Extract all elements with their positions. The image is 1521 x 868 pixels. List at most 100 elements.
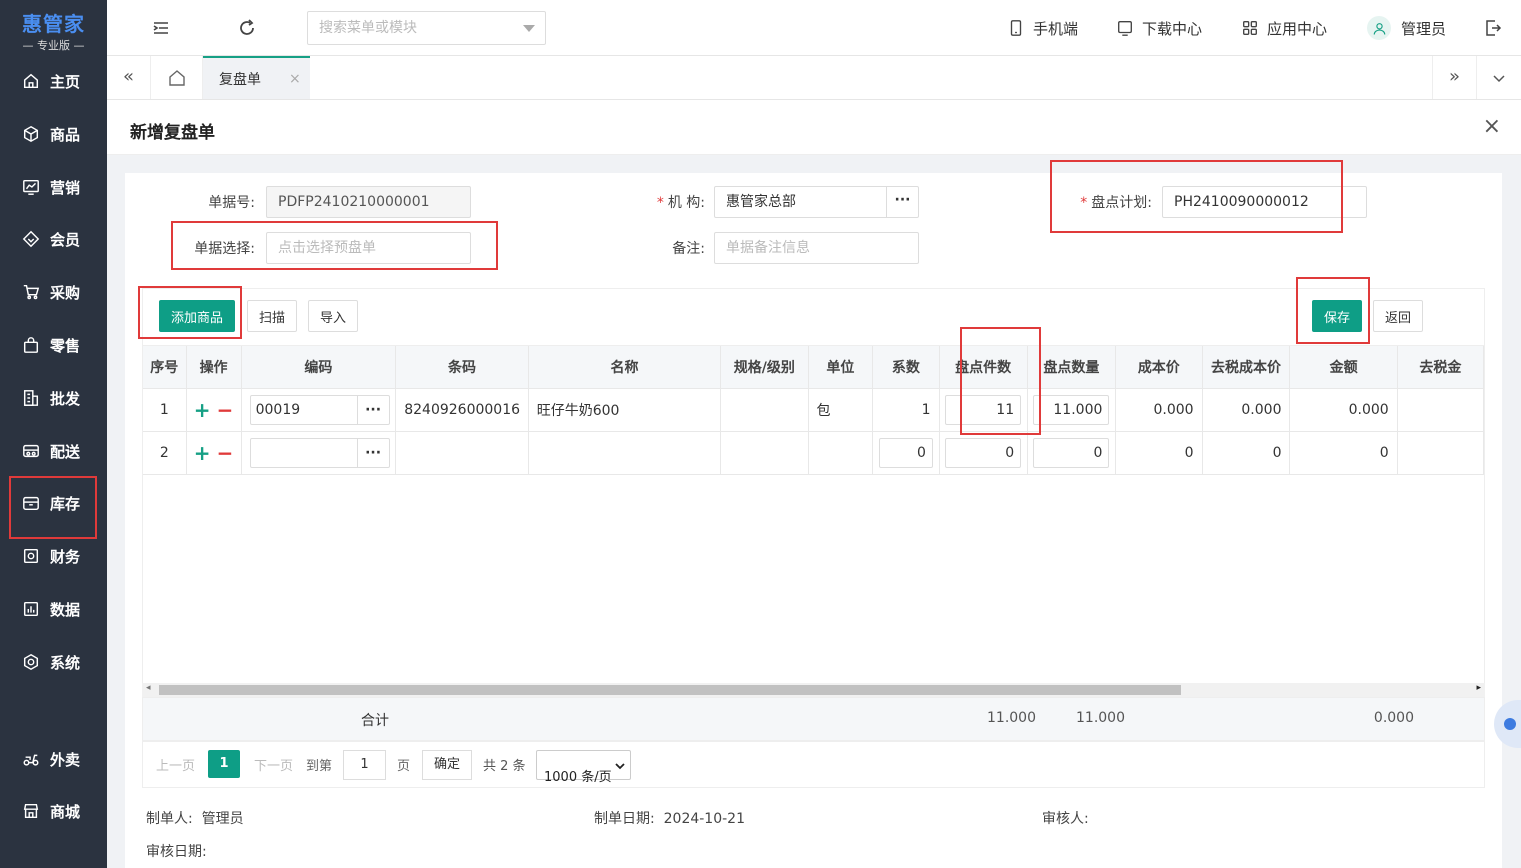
page-number-current[interactable]: 1: [208, 750, 240, 778]
menu-search-input[interactable]: 搜索菜单或模块: [307, 11, 546, 45]
money-icon: [23, 548, 39, 564]
remark-field[interactable]: 单据备注信息: [714, 232, 919, 264]
remove-row-icon[interactable]: −: [217, 398, 234, 422]
sidebar-item-delivery[interactable]: 配送: [0, 425, 107, 477]
code-cell[interactable]: 00019 ···: [241, 388, 397, 432]
total-count: 共 2 条: [483, 759, 526, 774]
chevron-down-icon: [523, 25, 535, 32]
factor-cell[interactable]: 0: [872, 431, 940, 475]
table-row: 2 + − ··· 0 0 0 0 0 0: [143, 431, 1484, 475]
remark-label: 备注:: [672, 241, 705, 257]
sidebar-item-label: 商品: [50, 125, 81, 144]
sidebar-item-takeout[interactable]: 外卖: [0, 733, 107, 785]
close-icon[interactable]: ×: [1483, 114, 1501, 139]
cost-cell: 0: [1115, 431, 1203, 475]
tab-recount[interactable]: 复盘单 ×: [203, 56, 310, 99]
sidebar-item-home[interactable]: 主页: [0, 55, 107, 107]
add-row-icon[interactable]: +: [194, 441, 211, 465]
org-picker-button[interactable]: ···: [886, 187, 918, 217]
download-center-link[interactable]: 下载中心: [1116, 0, 1202, 56]
sidebar-item-finance[interactable]: 财务: [0, 530, 107, 582]
page-size-select[interactable]: 1000 条/页: [536, 750, 631, 785]
page-title: 新增复盘单: [130, 123, 215, 143]
qty-cell[interactable]: 11.000: [1027, 388, 1117, 432]
qty-input[interactable]: 0: [1033, 437, 1110, 468]
pieces-cell[interactable]: 11: [939, 388, 1028, 432]
remove-row-icon[interactable]: −: [217, 441, 234, 465]
summary-row: 合计 11.000 11.000 0.000: [142, 697, 1485, 741]
code-input[interactable]: ···: [249, 437, 390, 468]
refresh-icon[interactable]: [237, 18, 257, 38]
next-page-button[interactable]: 下一页: [254, 755, 293, 774]
sidebar-item-data[interactable]: 数据: [0, 583, 107, 635]
amount-cell: 0.000: [1289, 388, 1398, 432]
menu-fold-icon[interactable]: [151, 18, 171, 38]
doc-select-field[interactable]: 点击选择预盘单: [266, 232, 471, 264]
qty-input[interactable]: 11.000: [1033, 394, 1110, 425]
horizontal-scrollbar[interactable]: ◂ ▸: [142, 683, 1485, 697]
plan-field[interactable]: PH2410090000012: [1162, 186, 1367, 218]
org-field[interactable]: 惠管家总部 ···: [714, 186, 919, 218]
add-row-icon[interactable]: +: [194, 398, 211, 422]
sidebar-item-inventory[interactable]: 库存: [0, 477, 107, 529]
scroll-right-icon[interactable]: ▸: [1476, 683, 1481, 693]
code-cell[interactable]: ···: [241, 431, 397, 475]
sidebar-item-system[interactable]: 系统: [0, 636, 107, 688]
tab-close-icon[interactable]: ×: [289, 71, 301, 87]
logout-icon[interactable]: [1483, 18, 1503, 38]
goto-page-input[interactable]: 1: [343, 750, 386, 780]
sidebar-item-label: 库存: [50, 494, 81, 513]
factor-cell: 1: [872, 388, 940, 432]
app-center-link[interactable]: 应用中心: [1241, 0, 1327, 56]
cost-cell: 0.000: [1115, 388, 1203, 432]
chart-icon: [23, 179, 39, 195]
brand-logo[interactable]: 惠管家 — 专业版 —: [0, 0, 107, 55]
tab-dropdown[interactable]: [1476, 56, 1521, 99]
tab-scroll-right-icon[interactable]: »: [1432, 56, 1476, 99]
col-header: 盘点数量: [1027, 346, 1117, 389]
sidebar-item-label: 主页: [50, 72, 81, 91]
save-button[interactable]: 保存: [1312, 300, 1362, 332]
col-header: 成本价: [1115, 346, 1203, 389]
back-button[interactable]: 返回: [1373, 300, 1423, 332]
sidebar-item-retail[interactable]: 零售: [0, 319, 107, 371]
top-bar: 搜索菜单或模块 手机端 下载中心 应用中心 管理员: [107, 0, 1521, 56]
pieces-input[interactable]: 11: [945, 394, 1022, 425]
prev-page-button[interactable]: 上一页: [156, 755, 195, 774]
user-menu[interactable]: 管理员: [1367, 0, 1446, 56]
data-icon: [23, 601, 39, 617]
building-icon: [23, 390, 39, 406]
sidebar-item-mall[interactable]: 商城: [0, 785, 107, 837]
scroll-left-icon[interactable]: ◂: [146, 683, 151, 693]
code-input[interactable]: 00019 ···: [249, 394, 390, 425]
sidebar-item-marketing[interactable]: 营销: [0, 161, 107, 213]
tab-home[interactable]: [151, 56, 203, 99]
cost-ex-cell: 0.000: [1202, 388, 1291, 432]
sidebar-item-goods[interactable]: 商品: [0, 108, 107, 160]
goto-confirm-button[interactable]: 确定: [422, 750, 472, 780]
amount-ex-cell: [1397, 431, 1484, 475]
sidebar-item-label: 系统: [50, 653, 81, 672]
brand-name: 惠管家: [22, 12, 85, 36]
scrollbar-thumb[interactable]: [159, 685, 1181, 695]
scan-button[interactable]: 扫描: [247, 300, 297, 332]
qty-cell[interactable]: 0: [1027, 431, 1117, 475]
col-header: 操作: [186, 346, 242, 389]
sidebar-item-wholesale[interactable]: 批发: [0, 372, 107, 424]
sum-label: 合计: [361, 713, 389, 729]
pagination: 上一页 1 下一页 到第 1 页 确定 共 2 条 1000 条/页: [142, 741, 1485, 788]
code-picker-button[interactable]: ···: [356, 395, 389, 424]
add-goods-button[interactable]: 添加商品: [159, 300, 235, 332]
table-row: 1 + − 00019 ··· 8240926000016 旺仔牛奶600 包 1 …: [143, 388, 1484, 432]
tab-scroll-left-icon[interactable]: «: [107, 56, 151, 99]
pieces-cell[interactable]: 0: [939, 431, 1028, 475]
amount-ex-cell: [1397, 388, 1484, 432]
code-picker-button[interactable]: ···: [356, 438, 389, 467]
mobile-link[interactable]: 手机端: [1007, 0, 1078, 56]
sidebar-item-member[interactable]: 会员: [0, 213, 107, 265]
pieces-input[interactable]: 0: [945, 437, 1022, 468]
factor-input[interactable]: 0: [878, 437, 933, 468]
import-button[interactable]: 导入: [308, 300, 358, 332]
plan-label: * 盘点计划:: [1080, 195, 1152, 211]
sidebar-item-purchase[interactable]: 采购: [0, 266, 107, 318]
